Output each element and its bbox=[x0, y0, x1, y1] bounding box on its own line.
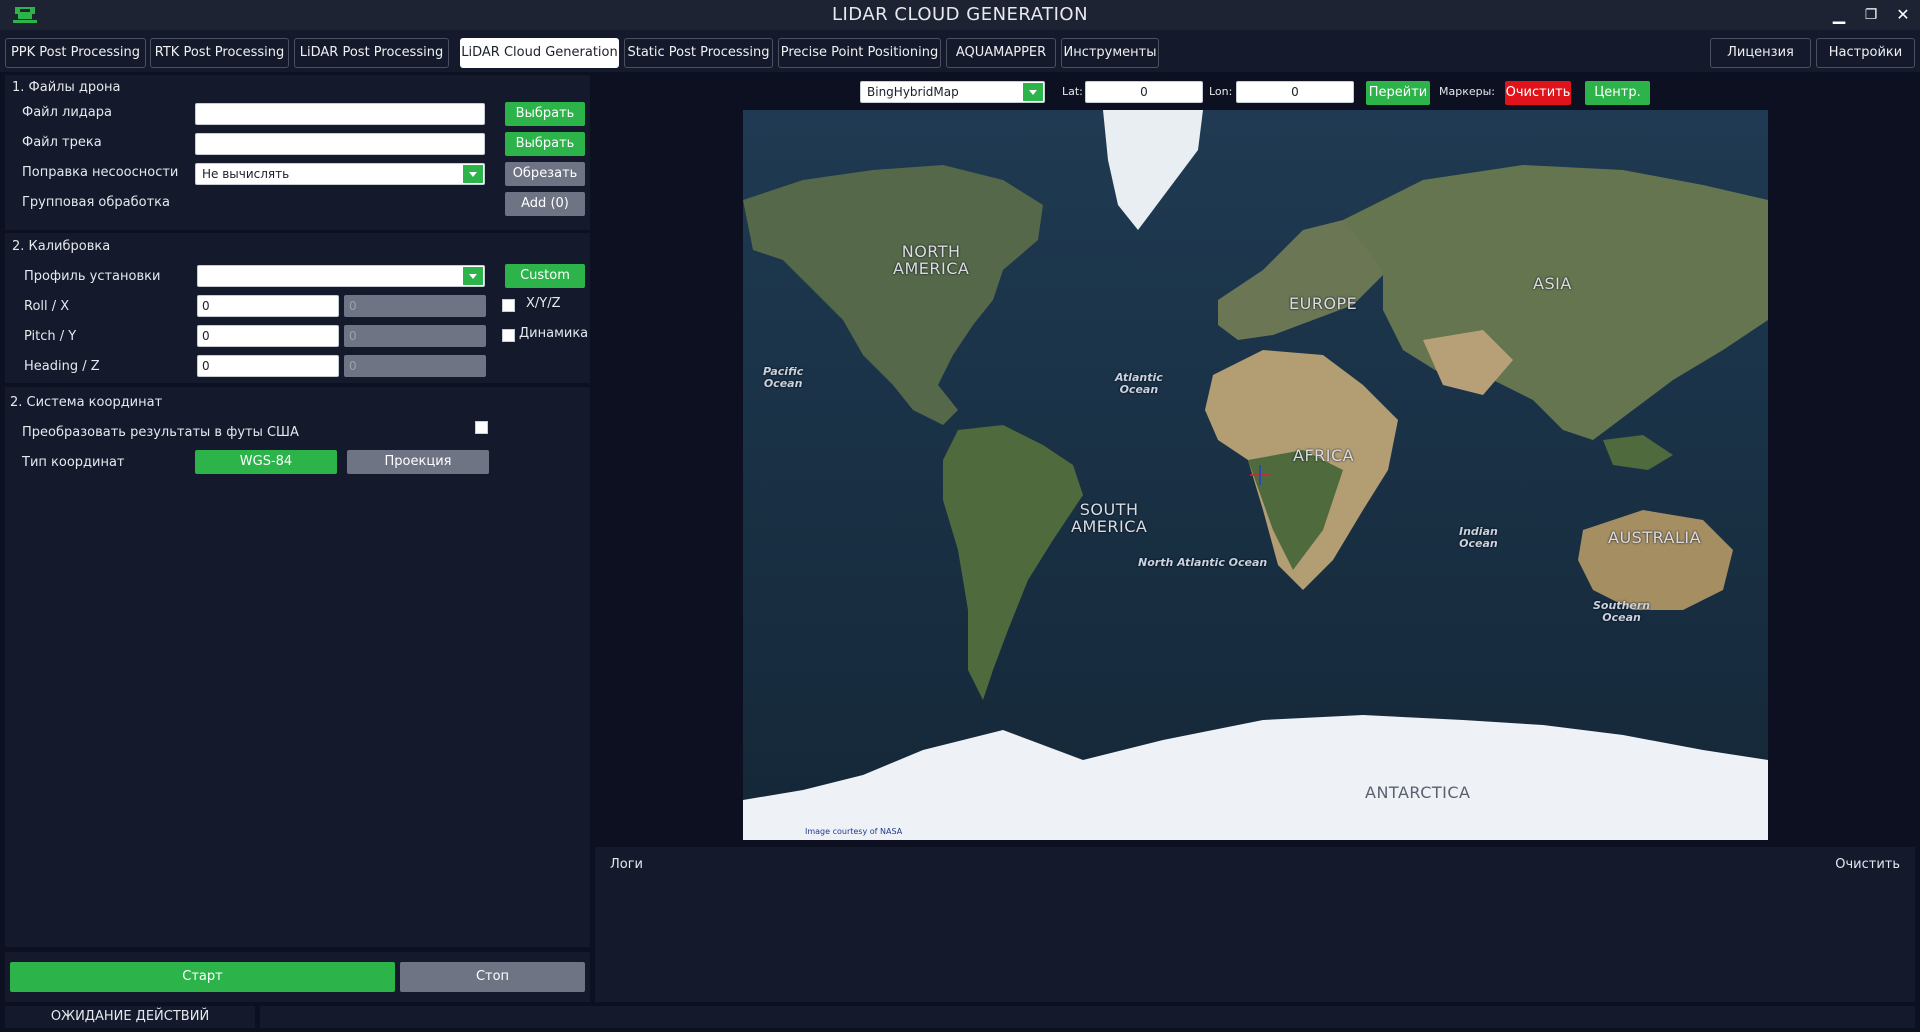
chevron-down-icon bbox=[463, 165, 483, 183]
license-button[interactable]: Лицензия bbox=[1710, 38, 1811, 68]
center-button[interactable]: Центр. bbox=[1585, 81, 1650, 105]
section-title: 1. Файлы дрона bbox=[12, 80, 121, 95]
coordinates-section: 2. Система координат Преобразовать резул… bbox=[5, 387, 590, 947]
clear-logs-button[interactable]: Очистить bbox=[1835, 857, 1900, 872]
map-label-asia: ASIA bbox=[1533, 274, 1572, 293]
status-text: ОЖИДАНИЕ ДЕЙСТВИЙ bbox=[5, 1006, 255, 1028]
go-button[interactable]: Перейти bbox=[1366, 81, 1430, 105]
restore-button[interactable]: ❐ bbox=[1859, 3, 1883, 27]
select-lidar-file-button[interactable]: Выбрать bbox=[505, 102, 585, 126]
wgs84-button[interactable]: WGS-84 bbox=[195, 450, 337, 474]
misalignment-label: Поправка несоосности bbox=[22, 165, 179, 180]
map-label-antarctica: ANTARCTICA bbox=[1365, 783, 1471, 802]
projection-button[interactable]: Проекция bbox=[347, 450, 489, 474]
pitch-label: Pitch / Y bbox=[24, 329, 77, 344]
tab-aquamapper[interactable]: AQUAMAPPER bbox=[946, 38, 1056, 68]
section-title: 2. Система координат bbox=[10, 395, 163, 410]
tab-lidar-cloud-generation[interactable]: LiDAR Cloud Generation bbox=[460, 38, 619, 68]
map-label-europe: EUROPE bbox=[1289, 294, 1358, 313]
window-title: LIDAR CLOUD GENERATION bbox=[831, 4, 1089, 25]
pitch-secondary-input bbox=[344, 325, 486, 347]
tab-ppk-post-processing[interactable]: PPK Post Processing bbox=[5, 38, 146, 68]
lon-label: Lon: bbox=[1209, 85, 1233, 98]
map-label-atlantic-ocean: Atlantic Ocean bbox=[1115, 371, 1163, 396]
chevron-down-icon bbox=[463, 267, 483, 285]
misalignment-select[interactable]: Не вычислять bbox=[195, 163, 485, 185]
lat-input[interactable] bbox=[1085, 81, 1203, 103]
logs-title: Логи bbox=[610, 857, 644, 872]
profile-label: Профиль установки bbox=[24, 269, 161, 284]
map-label-south-atlantic-ocean: North Atlantic Ocean bbox=[1138, 556, 1268, 569]
map-label-pacific-ocean: Pacific Ocean bbox=[763, 365, 804, 390]
track-file-input[interactable] bbox=[195, 133, 485, 155]
us-feet-label: Преобразовать результаты в футы США bbox=[22, 425, 299, 440]
markers-label: Маркеры: bbox=[1439, 85, 1495, 98]
custom-button[interactable]: Custom bbox=[505, 264, 585, 288]
map-label-africa: AFRICA bbox=[1293, 446, 1355, 465]
calibration-section: 2. Калибровка Профиль установки Custom R… bbox=[5, 233, 590, 383]
map-label-north-america: NORTH AMERICA bbox=[893, 242, 970, 278]
xyz-checkbox[interactable] bbox=[502, 299, 515, 312]
map-provider-select[interactable]: BingHybridMap bbox=[860, 81, 1045, 103]
pitch-input[interactable] bbox=[197, 325, 339, 347]
settings-button[interactable]: Настройки bbox=[1816, 38, 1915, 68]
map-view[interactable]: NORTH AMERICA EUROPE ASIA AFRICA SOUTH AME… bbox=[595, 108, 1915, 842]
lidar-file-label: Файл лидара bbox=[22, 105, 112, 120]
section-title: 2. Калибровка bbox=[12, 239, 111, 254]
status-bar bbox=[260, 1006, 1915, 1028]
actions-section: Старт Стоп bbox=[5, 952, 590, 1002]
logs-panel: Логи Очистить bbox=[595, 847, 1915, 1002]
track-file-label: Файл трека bbox=[22, 135, 102, 150]
dynamics-label: Динамика bbox=[519, 326, 589, 341]
lon-input[interactable] bbox=[1236, 81, 1354, 103]
drone-files-section: 1. Файлы дрона Файл лидара Выбрать Файл … bbox=[5, 75, 590, 230]
map-provider-value: BingHybridMap bbox=[867, 85, 959, 99]
heading-label: Heading / Z bbox=[24, 359, 100, 374]
add-group-button[interactable]: Add (0) bbox=[505, 192, 585, 216]
map-credit: Image courtesy of NASA bbox=[805, 827, 903, 836]
world-map[interactable]: NORTH AMERICA EUROPE ASIA AFRICA SOUTH AME… bbox=[743, 110, 1768, 840]
map-label-indian-ocean: Indian Ocean bbox=[1459, 525, 1498, 550]
map-label-southern-ocean: Southern Ocean bbox=[1593, 599, 1651, 624]
coord-type-label: Тип координат bbox=[22, 455, 125, 470]
title-bar: LIDAR CLOUD GENERATION ▁ ❐ ✕ bbox=[0, 0, 1920, 30]
tab-static-post-processing[interactable]: Static Post Processing bbox=[624, 38, 773, 68]
heading-secondary-input bbox=[344, 355, 486, 377]
select-track-file-button[interactable]: Выбрать bbox=[505, 132, 585, 156]
chevron-down-icon bbox=[1023, 83, 1043, 101]
lidar-file-input[interactable] bbox=[195, 103, 485, 125]
tab-bar: PPK Post Processing RTK Post Processing … bbox=[0, 30, 1920, 72]
start-button[interactable]: Старт bbox=[10, 962, 395, 992]
tab-rtk-post-processing[interactable]: RTK Post Processing bbox=[150, 38, 289, 68]
stop-button[interactable]: Стоп bbox=[400, 962, 585, 992]
map-label-south-america: SOUTH AMERICA bbox=[1071, 500, 1148, 536]
lat-label: Lat: bbox=[1062, 85, 1083, 98]
clear-markers-button[interactable]: Очистить bbox=[1505, 81, 1571, 105]
profile-select[interactable] bbox=[197, 265, 485, 287]
xyz-label: X/Y/Z bbox=[526, 296, 561, 311]
map-toolbar: BingHybridMap Lat: Lon: Перейти Маркеры:… bbox=[595, 77, 1915, 107]
tab-lidar-post-processing[interactable]: LiDAR Post Processing bbox=[294, 38, 449, 68]
tab-precise-point-positioning[interactable]: Precise Point Positioning bbox=[778, 38, 941, 68]
us-feet-checkbox[interactable] bbox=[475, 421, 488, 434]
group-processing-label: Групповая обработка bbox=[22, 195, 170, 210]
roll-secondary-input bbox=[344, 295, 486, 317]
misalignment-select-value: Не вычислять bbox=[202, 167, 290, 181]
map-label-australia: AUSTRALIA bbox=[1608, 528, 1702, 547]
tab-tools[interactable]: Инструменты bbox=[1061, 38, 1159, 68]
heading-input[interactable] bbox=[197, 355, 339, 377]
world-map-image bbox=[743, 110, 1768, 840]
trim-button[interactable]: Обрезать bbox=[505, 162, 585, 186]
minimize-button[interactable]: ▁ bbox=[1827, 3, 1851, 27]
close-button[interactable]: ✕ bbox=[1891, 3, 1915, 27]
roll-label: Roll / X bbox=[24, 299, 70, 314]
dynamics-checkbox[interactable] bbox=[502, 329, 515, 342]
roll-input[interactable] bbox=[197, 295, 339, 317]
